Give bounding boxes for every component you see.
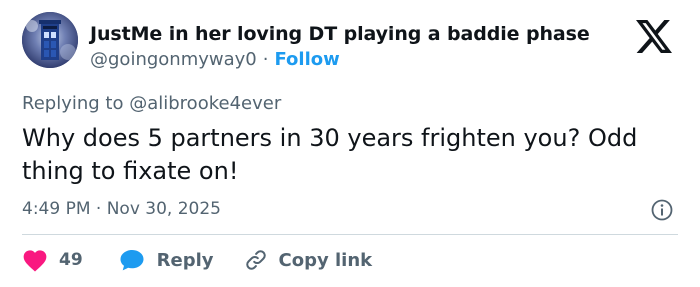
separator-dot: · [262,48,269,70]
tweet-timestamp[interactable]: 4:49 PM · Nov 30, 2025 [22,199,221,219]
link-icon [245,250,266,270]
reply-label: Reply [156,249,214,271]
info-icon[interactable] [651,199,673,221]
avatar-image [22,12,78,68]
handle-row: @goingonmyway0 · Follow [90,47,340,71]
replying-to-mention[interactable]: @alibrooke4ever [129,93,281,114]
reply-button[interactable]: Reply [119,248,214,272]
follow-button[interactable]: Follow [274,49,339,70]
heart-icon [23,250,47,272]
display-name-row: JustMe in her loving DT playing a baddie… [90,22,590,46]
display-name[interactable]: JustMe in her loving DT playing a baddie… [90,23,590,45]
replying-prefix: Replying to [22,93,124,114]
replying-to: Replying to @alibrooke4ever [22,93,281,114]
copy-link-button[interactable]: Copy link [244,248,373,272]
like-button[interactable]: 49 [22,248,83,272]
tweet-text: Why does 5 partners in 30 years frighten… [22,124,638,185]
action-bar: 49 Reply Copy link [22,246,372,274]
speech-bubble-icon [120,250,144,271]
divider [22,234,678,235]
x-logo-icon[interactable] [636,20,672,53]
like-count: 49 [59,250,83,270]
tweet-card: JustMe in her loving DT playing a baddie… [0,0,700,287]
avatar[interactable] [22,12,78,68]
user-handle[interactable]: @goingonmyway0 [90,49,257,70]
copy-link-label: Copy link [278,249,373,271]
